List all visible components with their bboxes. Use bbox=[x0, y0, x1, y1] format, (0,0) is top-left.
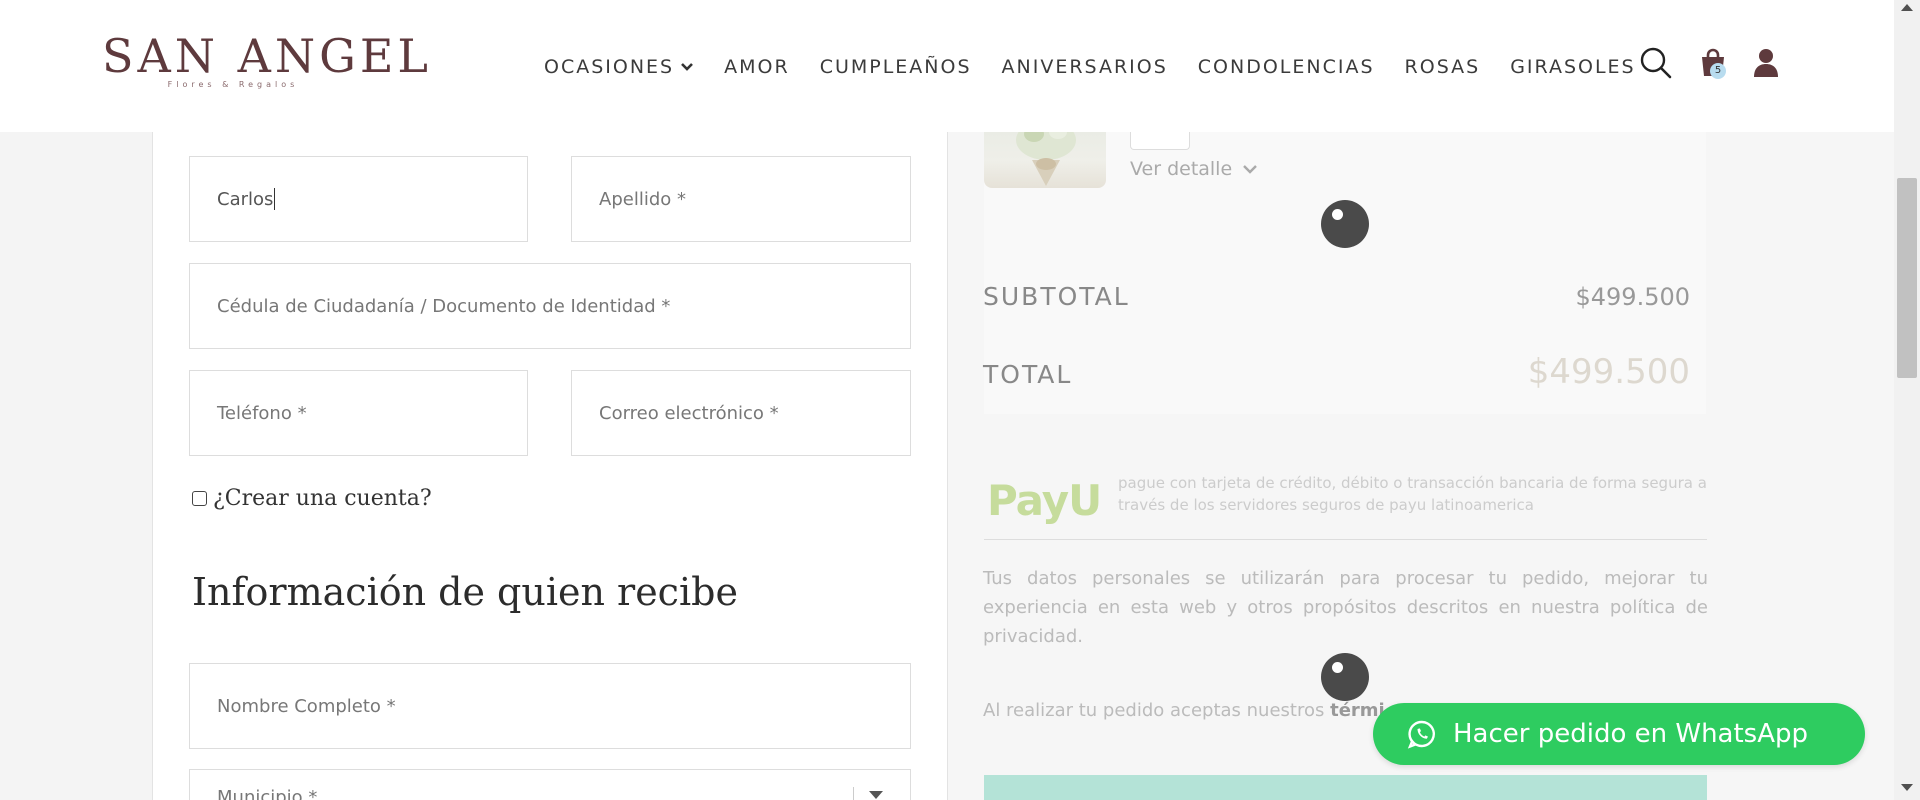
page-scrollbar[interactable] bbox=[1894, 0, 1920, 800]
last-name-placeholder: Apellido * bbox=[599, 188, 686, 210]
subtotal-value: $499.500 bbox=[1575, 283, 1690, 311]
select-divider bbox=[853, 787, 854, 800]
full-name-placeholder: Nombre Completo * bbox=[217, 695, 396, 717]
payu-description: pague con tarjeta de crédito, débito o t… bbox=[1118, 474, 1707, 514]
scroll-down-arrow-icon[interactable] bbox=[1901, 784, 1913, 791]
user-icon[interactable] bbox=[1753, 48, 1779, 78]
subtotal-label: SUBTOTAL bbox=[983, 282, 1130, 311]
municipality-placeholder: Municipio * bbox=[217, 787, 318, 800]
chevron-down-icon bbox=[681, 63, 694, 71]
scroll-up-arrow-icon[interactable] bbox=[1901, 4, 1913, 11]
nav-item-amor[interactable]: AMOR bbox=[724, 56, 790, 78]
nav-item-rosas[interactable]: ROSAS bbox=[1405, 56, 1481, 78]
cart-count-badge: 5 bbox=[1710, 63, 1726, 79]
recipient-section-title: Información de quien recibe bbox=[192, 570, 738, 614]
email-input[interactable]: Correo electrónico * bbox=[571, 370, 911, 456]
id-document-placeholder: Cédula de Ciudadanía / Documento de Iden… bbox=[217, 295, 671, 317]
search-icon[interactable] bbox=[1639, 46, 1673, 80]
whatsapp-order-button[interactable]: Hacer pedido en WhatsApp bbox=[1373, 703, 1865, 765]
terms-notice: Al realizar tu pedido aceptas nuestros t… bbox=[983, 700, 1385, 721]
select-arrow-icon[interactable] bbox=[869, 791, 883, 799]
view-detail-label: Ver detalle bbox=[1130, 158, 1233, 180]
id-document-input[interactable]: Cédula de Ciudadanía / Documento de Iden… bbox=[189, 263, 911, 349]
nav-item-cumpleanos[interactable]: CUMPLEAÑOS bbox=[820, 56, 972, 78]
nav-item-aniversarios[interactable]: ANIVERSARIOS bbox=[1002, 56, 1168, 78]
payu-logo: PayU bbox=[987, 476, 1102, 525]
chevron-down-icon bbox=[1243, 165, 1258, 174]
nav-item-label: AMOR bbox=[724, 56, 790, 78]
place-order-button[interactable] bbox=[984, 775, 1707, 800]
municipality-select[interactable]: Municipio * bbox=[189, 769, 911, 800]
whatsapp-button-label: Hacer pedido en WhatsApp bbox=[1453, 719, 1809, 749]
brand-name: SAN ANGEL bbox=[102, 29, 432, 83]
nav-item-ocasiones[interactable]: OCASIONES bbox=[544, 56, 694, 78]
terms-prefix: Al realizar tu pedido aceptas nuestros bbox=[983, 700, 1331, 721]
full-name-input[interactable]: Nombre Completo * bbox=[189, 663, 911, 749]
loading-spinner-icon bbox=[1321, 653, 1369, 701]
nav-item-label: GIRASOLES bbox=[1510, 56, 1636, 78]
first-name-input[interactable]: Carlos bbox=[189, 156, 528, 242]
site-header: SAN ANGEL Flores & Regalos OCASIONES AMO… bbox=[0, 0, 1894, 132]
view-detail-toggle[interactable]: Ver detalle bbox=[1130, 158, 1258, 180]
last-name-input[interactable]: Apellido * bbox=[571, 156, 911, 242]
create-account-option[interactable]: ¿Crear una cuenta? bbox=[192, 486, 432, 511]
brand-logo[interactable]: SAN ANGEL Flores & Regalos bbox=[102, 29, 432, 89]
first-name-value: Carlos bbox=[217, 188, 274, 210]
nav-item-girasoles[interactable]: GIRASOLES bbox=[1510, 56, 1635, 78]
total-label: TOTAL bbox=[983, 360, 1073, 389]
nav-item-label: ANIVERSARIOS bbox=[1001, 56, 1168, 78]
privacy-notice: Tus datos personales se utilizarán para … bbox=[983, 568, 1708, 647]
nav-item-label: ROSAS bbox=[1404, 56, 1481, 78]
nav-item-label: CUMPLEAÑOS bbox=[819, 56, 972, 78]
phone-placeholder: Teléfono * bbox=[217, 402, 307, 424]
scrollbar-thumb[interactable] bbox=[1897, 178, 1917, 378]
create-account-checkbox[interactable] bbox=[192, 491, 207, 506]
phone-input[interactable]: Teléfono * bbox=[189, 370, 528, 456]
email-placeholder: Correo electrónico * bbox=[599, 402, 779, 424]
total-value: $499.500 bbox=[1527, 352, 1690, 392]
whatsapp-icon bbox=[1407, 720, 1435, 749]
nav-item-label: OCASIONES bbox=[544, 56, 675, 78]
loading-spinner-icon bbox=[1321, 200, 1369, 248]
text-caret bbox=[274, 188, 276, 210]
main-nav: OCASIONES AMOR CUMPLEAÑOS ANIVERSARIOS C… bbox=[544, 56, 1636, 78]
create-account-label: ¿Crear una cuenta? bbox=[213, 486, 432, 511]
nav-item-label: CONDOLENCIAS bbox=[1197, 56, 1375, 78]
nav-item-condolencias[interactable]: CONDOLENCIAS bbox=[1198, 56, 1375, 78]
